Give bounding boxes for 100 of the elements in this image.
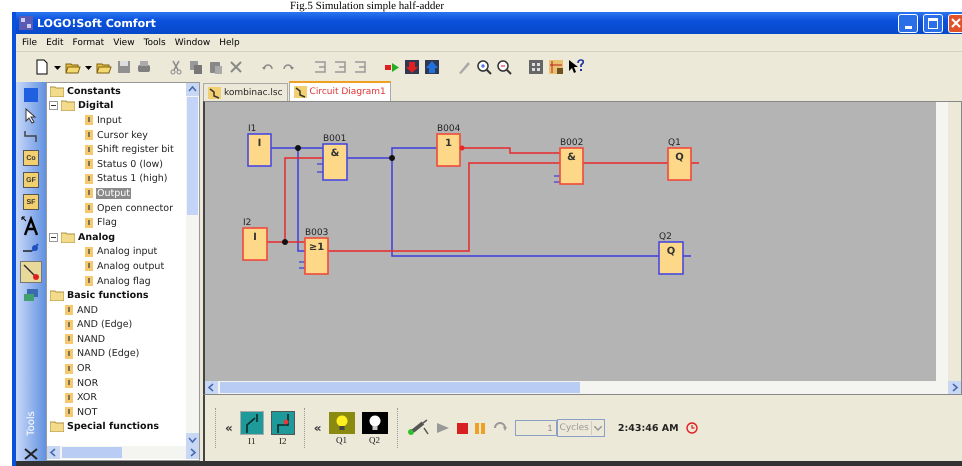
scroll-left-icon[interactable] (205, 381, 218, 394)
tree-item[interactable]: NOT (76, 406, 98, 418)
connector-icon[interactable] (23, 130, 39, 144)
document-tab[interactable]: Circuit Diagram1 (288, 81, 391, 101)
tree-item[interactable]: Status 0 (low) (96, 158, 164, 170)
folder-icon (61, 100, 75, 112)
block-icon (65, 378, 73, 388)
computer-icon[interactable] (23, 288, 39, 302)
delete-icon[interactable] (228, 59, 244, 75)
logic-block[interactable] (247, 133, 272, 167)
zoom-in-icon[interactable] (476, 59, 492, 75)
menu-item[interactable]: File (22, 38, 38, 48)
menu-item[interactable]: View (113, 38, 135, 48)
block-icon (65, 320, 73, 330)
tree-item[interactable]: NOR (76, 378, 100, 389)
collapse-button[interactable]: « (314, 421, 322, 435)
block-label: I1 (248, 124, 256, 134)
tree-item[interactable]: OR (76, 363, 92, 374)
tree-item[interactable]: Analog flag (96, 276, 152, 287)
text-tool-icon[interactable] (21, 216, 41, 236)
collapse-toggle[interactable] (49, 232, 58, 242)
block-icon (85, 159, 93, 170)
horizontal-scrollbar[interactable] (205, 381, 961, 394)
logic-block[interactable] (559, 147, 584, 185)
tree-folder[interactable]: Analog (78, 232, 116, 243)
block-label: Q1 (668, 138, 681, 148)
align-icon[interactable] (332, 59, 348, 75)
block-symbol: 1 (445, 138, 452, 149)
input-switch[interactable] (240, 410, 264, 434)
tree-item[interactable]: Shift register bit (96, 144, 175, 156)
minimize-button[interactable] (898, 14, 918, 32)
maximize-button[interactable] (923, 14, 943, 32)
upload-icon[interactable] (424, 59, 440, 75)
logic-block[interactable] (658, 241, 684, 275)
collapse-button[interactable]: « (225, 421, 233, 435)
scroll-down-icon[interactable] (186, 433, 199, 446)
tree-item[interactable]: Input (96, 114, 123, 126)
tree-item[interactable]: Open connector (96, 202, 174, 214)
stop-icon[interactable] (456, 422, 468, 434)
align-icon[interactable] (312, 59, 328, 75)
print-icon[interactable] (136, 59, 152, 75)
block-label: Q2 (659, 232, 672, 242)
block-icon (65, 305, 73, 316)
input-label: I1 (248, 436, 256, 446)
help-icon[interactable] (568, 59, 584, 75)
tree-folder[interactable]: Basic functions (67, 290, 149, 302)
new-file-icon[interactable] (34, 59, 50, 75)
play-icon[interactable] (436, 422, 450, 434)
clock-icon[interactable] (686, 422, 698, 434)
tree-item[interactable]: NAND (76, 334, 106, 345)
figure-caption: Fig.5 Simulation simple half-adder (289, 0, 445, 12)
logic-block[interactable] (304, 237, 329, 275)
scroll-right-icon[interactable] (186, 446, 199, 459)
horizontal-scrollbar[interactable] (47, 446, 199, 459)
circuit-canvas[interactable]: I1 I I2 I B001 & B003 ≥1 B004 1 B002 & Q1 Q Q2 Q (205, 102, 936, 381)
vertical-scrollbar[interactable] (936, 102, 948, 381)
grid-icon[interactable] (548, 59, 564, 75)
download-icon[interactable] (404, 59, 420, 75)
menu-item[interactable]: Tools (144, 38, 166, 48)
zoom-out-icon[interactable] (496, 59, 512, 75)
tree-item[interactable]: Analog input (96, 246, 158, 258)
copy-icon[interactable] (188, 59, 204, 75)
collapse-toggle[interactable] (49, 101, 58, 110)
paste-icon[interactable] (208, 59, 224, 75)
block-label: B001 (323, 134, 346, 144)
scroll-right-icon[interactable] (948, 381, 961, 394)
fit-icon[interactable] (528, 59, 544, 75)
menu-item[interactable]: Window (174, 38, 210, 48)
tree-item[interactable]: Analog output (96, 260, 166, 272)
save-icon[interactable] (116, 59, 132, 75)
pointer-icon[interactable] (24, 108, 38, 124)
cut-icon[interactable] (168, 59, 184, 75)
document-tab[interactable]: kombinac.lsc (203, 83, 288, 101)
tree-item[interactable]: Cursor key (96, 130, 149, 141)
close-button[interactable] (948, 14, 962, 32)
tree-item[interactable]: AND (Edge) (76, 319, 134, 330)
scroll-up-icon[interactable] (186, 83, 199, 96)
diagram-icon (294, 86, 307, 98)
menu-item[interactable]: Format (72, 38, 104, 48)
logic-block[interactable] (667, 147, 692, 181)
vertical-scrollbar[interactable] (186, 83, 199, 446)
tree-item[interactable]: Status 1 (high) (96, 173, 168, 184)
menu-item[interactable]: Help (219, 38, 240, 48)
tree-item[interactable]: Flag (96, 217, 118, 228)
block-label: B003 (305, 228, 328, 238)
tree-folder[interactable]: Special functions (67, 421, 159, 432)
tree-item[interactable]: AND (76, 304, 99, 316)
block-icon (85, 188, 93, 198)
tree-folder[interactable]: Digital (78, 100, 114, 112)
plug-icon[interactable] (406, 419, 429, 437)
scroll-left-icon[interactable] (47, 446, 60, 459)
tree-item[interactable]: XOR (76, 392, 98, 404)
window-title: LOGO!Soft Comfort (37, 16, 156, 30)
tree-folder[interactable]: Constants (67, 86, 121, 97)
menu-item[interactable]: Edit (46, 38, 64, 48)
align-icon[interactable] (352, 59, 368, 75)
wire-tool-icon[interactable] (21, 262, 41, 282)
input-switch[interactable] (270, 410, 295, 434)
logic-block[interactable] (322, 143, 348, 181)
tree-item[interactable]: NAND (Edge) (76, 348, 140, 360)
